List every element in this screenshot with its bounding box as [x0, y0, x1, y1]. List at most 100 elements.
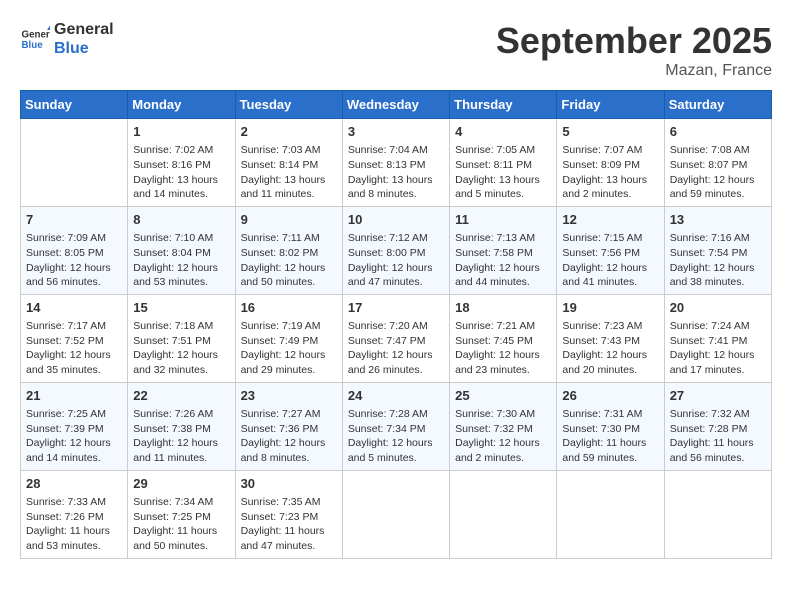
calendar-cell: 24Sunrise: 7:28 AM Sunset: 7:34 PM Dayli… [342, 382, 449, 470]
day-info: Sunrise: 7:26 AM Sunset: 7:38 PM Dayligh… [133, 407, 229, 466]
calendar-cell: 18 Sunrise: 7:21 AM Sunset: 7:45 PM Dayli… [450, 294, 557, 382]
day-number: 5 [562, 123, 658, 141]
week-row-4: 21Sunrise: 7:25 AM Sunset: 7:39 PM Dayli… [21, 382, 772, 470]
calendar-cell: 28 Sunrise: 7:33 AM Sunset: 7:26 PM Dayli… [21, 470, 128, 558]
calendar-cell: 4Sunrise: 7:05 AM Sunset: 8:11 PM Daylig… [450, 119, 557, 207]
day-number: 17 [348, 299, 444, 317]
day-number: 15 [133, 299, 229, 317]
day-info: Sunrise: 7:13 AM Sunset: 7:58 PM Dayligh… [455, 231, 551, 290]
day-info: Sunrise: 7:32 AM Sunset: 7:28 PM Dayligh… [670, 407, 766, 466]
location: Mazan, France [496, 62, 772, 80]
day-header-thursday: Thursday [450, 91, 557, 119]
logo: General Blue General Blue [20, 20, 114, 58]
day-number: 28 [26, 475, 122, 493]
day-info: Sunrise: 7:02 AM Sunset: 8:16 PM Dayligh… [133, 143, 229, 202]
day-number: 27 [670, 387, 766, 405]
calendar-table: SundayMondayTuesdayWednesdayThursdayFrid… [20, 90, 772, 559]
calendar-cell: 1 Sunrise: 7:02 AM Sunset: 8:16 PM Daylig… [128, 119, 235, 207]
day-info: Sunrise: 7:18 AM Sunset: 7:51 PM Dayligh… [133, 319, 229, 378]
calendar-cell: 20Sunrise: 7:24 AM Sunset: 7:41 PM Dayli… [664, 294, 771, 382]
calendar-cell: 15 Sunrise: 7:18 AM Sunset: 7:51 PM Dayli… [128, 294, 235, 382]
day-number: 7 [26, 211, 122, 229]
header-row: SundayMondayTuesdayWednesdayThursdayFrid… [21, 91, 772, 119]
day-info: Sunrise: 7:35 AM Sunset: 7:23 PM Dayligh… [241, 495, 337, 554]
month-title: September 2025 [496, 20, 772, 62]
day-header-tuesday: Tuesday [235, 91, 342, 119]
day-number: 25 [455, 387, 551, 405]
page-header: General Blue General Blue September 2025… [20, 20, 772, 80]
calendar-cell: 11 Sunrise: 7:13 AM Sunset: 7:58 PM Dayli… [450, 206, 557, 294]
day-number: 29 [133, 475, 229, 493]
calendar-cell: 27 Sunrise: 7:32 AM Sunset: 7:28 PM Dayli… [664, 382, 771, 470]
calendar-cell: 17 Sunrise: 7:20 AM Sunset: 7:47 PM Dayli… [342, 294, 449, 382]
day-info: Sunrise: 7:27 AM Sunset: 7:36 PM Dayligh… [241, 407, 337, 466]
calendar-cell [664, 470, 771, 558]
day-number: 11 [455, 211, 551, 229]
day-info: Sunrise: 7:31 AM Sunset: 7:30 PM Dayligh… [562, 407, 658, 466]
day-number: 2 [241, 123, 337, 141]
calendar-cell: 14 Sunrise: 7:17 AM Sunset: 7:52 PM Dayli… [21, 294, 128, 382]
day-number: 22 [133, 387, 229, 405]
day-info: Sunrise: 7:21 AM Sunset: 7:45 PM Dayligh… [455, 319, 551, 378]
day-number: 3 [348, 123, 444, 141]
day-header-wednesday: Wednesday [342, 91, 449, 119]
day-info: Sunrise: 7:34 AM Sunset: 7:25 PM Dayligh… [133, 495, 229, 554]
day-info: Sunrise: 7:24 AM Sunset: 7:41 PM Dayligh… [670, 319, 766, 378]
calendar-cell: 9Sunrise: 7:11 AM Sunset: 8:02 PM Daylig… [235, 206, 342, 294]
day-number: 10 [348, 211, 444, 229]
day-info: Sunrise: 7:08 AM Sunset: 8:07 PM Dayligh… [670, 143, 766, 202]
calendar-cell: 8Sunrise: 7:10 AM Sunset: 8:04 PM Daylig… [128, 206, 235, 294]
day-info: Sunrise: 7:05 AM Sunset: 8:11 PM Dayligh… [455, 143, 551, 202]
day-info: Sunrise: 7:03 AM Sunset: 8:14 PM Dayligh… [241, 143, 337, 202]
day-info: Sunrise: 7:23 AM Sunset: 7:43 PM Dayligh… [562, 319, 658, 378]
day-info: Sunrise: 7:09 AM Sunset: 8:05 PM Dayligh… [26, 231, 122, 290]
day-number: 26 [562, 387, 658, 405]
calendar-cell: 6 Sunrise: 7:08 AM Sunset: 8:07 PM Daylig… [664, 119, 771, 207]
day-info: Sunrise: 7:20 AM Sunset: 7:47 PM Dayligh… [348, 319, 444, 378]
day-number: 21 [26, 387, 122, 405]
logo-icon: General Blue [20, 24, 50, 54]
calendar-cell [342, 470, 449, 558]
logo-text-general: General [54, 20, 114, 39]
day-header-monday: Monday [128, 91, 235, 119]
day-info: Sunrise: 7:16 AM Sunset: 7:54 PM Dayligh… [670, 231, 766, 290]
day-info: Sunrise: 7:10 AM Sunset: 8:04 PM Dayligh… [133, 231, 229, 290]
calendar-cell: 26 Sunrise: 7:31 AM Sunset: 7:30 PM Dayli… [557, 382, 664, 470]
calendar-cell: 25 Sunrise: 7:30 AM Sunset: 7:32 PM Dayli… [450, 382, 557, 470]
day-number: 6 [670, 123, 766, 141]
calendar-cell: 12Sunrise: 7:15 AM Sunset: 7:56 PM Dayli… [557, 206, 664, 294]
day-header-sunday: Sunday [21, 91, 128, 119]
day-info: Sunrise: 7:30 AM Sunset: 7:32 PM Dayligh… [455, 407, 551, 466]
logo-text-blue: Blue [54, 39, 114, 58]
calendar-cell: 23 Sunrise: 7:27 AM Sunset: 7:36 PM Dayli… [235, 382, 342, 470]
calendar-cell [450, 470, 557, 558]
svg-text:General: General [22, 30, 51, 41]
calendar-cell: 22 Sunrise: 7:26 AM Sunset: 7:38 PM Dayli… [128, 382, 235, 470]
day-number: 30 [241, 475, 337, 493]
day-number: 12 [562, 211, 658, 229]
calendar-cell: 30 Sunrise: 7:35 AM Sunset: 7:23 PM Dayli… [235, 470, 342, 558]
calendar-cell: 2 Sunrise: 7:03 AM Sunset: 8:14 PM Daylig… [235, 119, 342, 207]
week-row-5: 28 Sunrise: 7:33 AM Sunset: 7:26 PM Dayli… [21, 470, 772, 558]
day-number: 14 [26, 299, 122, 317]
day-info: Sunrise: 7:07 AM Sunset: 8:09 PM Dayligh… [562, 143, 658, 202]
calendar-cell: 16Sunrise: 7:19 AM Sunset: 7:49 PM Dayli… [235, 294, 342, 382]
svg-text:Blue: Blue [22, 40, 44, 51]
calendar-cell: 13 Sunrise: 7:16 AM Sunset: 7:54 PM Dayli… [664, 206, 771, 294]
calendar-cell: 19Sunrise: 7:23 AM Sunset: 7:43 PM Dayli… [557, 294, 664, 382]
week-row-3: 14 Sunrise: 7:17 AM Sunset: 7:52 PM Dayli… [21, 294, 772, 382]
day-number: 18 [455, 299, 551, 317]
day-number: 13 [670, 211, 766, 229]
day-info: Sunrise: 7:11 AM Sunset: 8:02 PM Dayligh… [241, 231, 337, 290]
calendar-cell: 21Sunrise: 7:25 AM Sunset: 7:39 PM Dayli… [21, 382, 128, 470]
day-info: Sunrise: 7:17 AM Sunset: 7:52 PM Dayligh… [26, 319, 122, 378]
day-info: Sunrise: 7:33 AM Sunset: 7:26 PM Dayligh… [26, 495, 122, 554]
title-block: September 2025 Mazan, France [496, 20, 772, 80]
calendar-cell: 3Sunrise: 7:04 AM Sunset: 8:13 PM Daylig… [342, 119, 449, 207]
calendar-cell [21, 119, 128, 207]
calendar-cell: 29 Sunrise: 7:34 AM Sunset: 7:25 PM Dayli… [128, 470, 235, 558]
day-header-friday: Friday [557, 91, 664, 119]
day-number: 23 [241, 387, 337, 405]
calendar-cell: 10Sunrise: 7:12 AM Sunset: 8:00 PM Dayli… [342, 206, 449, 294]
day-number: 1 [133, 123, 229, 141]
